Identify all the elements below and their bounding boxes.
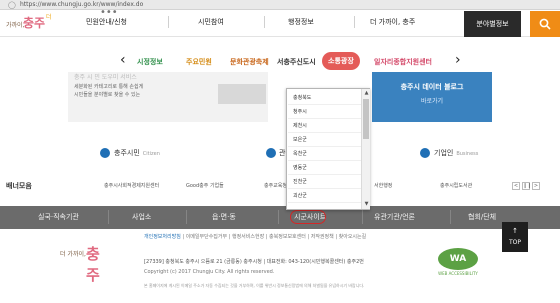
footer-note: 본 홈페이지에 게시된 이메일 주소가 자동 수집되는 것을 거부하며, 이를 …: [144, 283, 365, 288]
scroll-thumb[interactable]: [363, 99, 369, 139]
footnav-districts[interactable]: 읍·면·동: [212, 212, 236, 222]
scroll-up-icon[interactable]: ▲: [362, 89, 371, 98]
sub-item-jobs[interactable]: 일자리종합지원센터: [374, 57, 432, 67]
top-button-label: TOP: [508, 239, 521, 246]
banner-desc-2: 시민들을 분야별로 찾을 수 있는: [74, 92, 141, 98]
footnav-departments[interactable]: 실국·직속기관: [38, 212, 79, 222]
banner-prev-button[interactable]: <: [512, 182, 520, 190]
next-arrow-icon[interactable]: ›: [455, 52, 461, 68]
banner-zone-title: 배너모음: [6, 182, 32, 190]
footer-link-email[interactable]: 이메일무단수집거부: [186, 234, 227, 240]
browser-url-bar[interactable]: ◯ https://www.chungju.go.kr/www/index.do: [0, 0, 560, 10]
logo-mark-text: 더: [46, 14, 52, 21]
footer-links: 개인정보처리방침 | 이메일무단수집거부 | 행정서비스헌장 | 충북정보보호센…: [144, 234, 367, 240]
footer-link-charter[interactable]: 행정서비스헌장: [232, 234, 264, 240]
footer-link-copyright[interactable]: 저작권정책: [311, 234, 334, 240]
sub-item-new-city[interactable]: 서충주신도시: [277, 57, 316, 67]
menu-divider: [354, 16, 355, 28]
banner-logo-2[interactable]: Good충주 기업들: [186, 180, 224, 192]
footer-address: [27339] 충청북도 충주시 으뜸로 21 (금릉동) 충주시청 | 대표전…: [144, 259, 364, 265]
quick-business-en: Business: [456, 151, 479, 157]
dropdown-item-jincheon[interactable]: 진천군: [288, 175, 361, 189]
footnav-associations[interactable]: 협회/단체: [468, 212, 496, 222]
dropdown-item-boeun[interactable]: 보은군: [288, 133, 361, 147]
data-blog-title: 충주시 데이터 블로그: [400, 83, 464, 91]
footnav-divider: [186, 210, 187, 224]
citizen-icon: [100, 148, 110, 158]
web-accessibility-mark[interactable]: WA WEB ACCESSIBILITY: [438, 248, 478, 278]
business-icon: [420, 148, 430, 158]
prev-arrow-icon[interactable]: ‹: [120, 52, 126, 68]
dropdown-item-chungbuk[interactable]: 충청북도: [288, 91, 361, 105]
quick-business-label: 기업인: [434, 149, 454, 157]
banner-next-button[interactable]: >: [532, 182, 540, 190]
banner-thumbnails: [218, 84, 266, 104]
banner-logo-1[interactable]: 충주시사회적경제지원센터: [104, 180, 159, 192]
data-blog-link[interactable]: 바로가기: [372, 96, 492, 105]
footer-navigation: 실국·직속기관 사업소 읍·면·동 시군사이트 유관기관/언론 협회/단체: [0, 206, 560, 229]
banner-pause-button[interactable]: ❙❙: [522, 182, 531, 190]
logo-big-text: 충주: [23, 16, 46, 30]
tourism-icon: [266, 148, 276, 158]
banner-logo-6[interactable]: 충주시립도서관: [440, 180, 472, 192]
sub-item-communication[interactable]: 소통광장: [322, 52, 360, 70]
wa-badge: WA: [438, 248, 478, 270]
banner-title: 충주 시 민 도우미 서비스: [74, 74, 137, 81]
banner-logo-5[interactable]: 서한행정: [374, 180, 392, 192]
data-blog-banner[interactable]: 충주시 데이터 블로그 바로가기: [372, 72, 492, 122]
quick-citizen-label: 충주시민: [114, 149, 140, 157]
banner-logo-3[interactable]: 충주교육청: [264, 180, 287, 192]
menu-divider: [168, 16, 169, 28]
menu-civil-service[interactable]: 민원안내/신청: [86, 17, 127, 27]
more-dots-icon: •••: [100, 7, 118, 18]
quick-citizen[interactable]: 충주시민 Citizen: [114, 148, 160, 158]
dropdown-item-yeongdong[interactable]: 영동군: [288, 161, 361, 175]
scroll-down-icon[interactable]: ▼: [362, 200, 371, 209]
menu-admin-info[interactable]: 행정정보: [288, 17, 314, 27]
menu-divider: [264, 16, 265, 28]
county-sites-dropdown[interactable]: 충청북도 청주시 제천시 보은군 옥천군 영동군 진천군 괴산군 ▲ ▼: [286, 88, 370, 210]
footer-copyright: Copyright (c) 2017 Chungju City. All rig…: [144, 269, 275, 275]
site-logo[interactable]: 가까이, 충주 더: [6, 12, 52, 34]
footnav-divider: [278, 210, 279, 224]
footnav-divider: [450, 210, 451, 224]
footer-link-privacy[interactable]: 개인정보처리방침: [144, 234, 181, 240]
footnav-business-offices[interactable]: 사업소: [132, 212, 151, 222]
arrow-up-icon: ↑: [512, 227, 518, 235]
quick-citizen-en: Citizen: [142, 151, 160, 157]
url-text[interactable]: https://www.chungju.go.kr/www/index.do: [20, 0, 143, 10]
dropdown-item-jecheon[interactable]: 제천시: [288, 119, 361, 133]
dropdown-scrollbar[interactable]: ▲ ▼: [361, 89, 370, 209]
footnav-related-orgs[interactable]: 유관기관/언론: [374, 212, 415, 222]
footer-logo-big: 충주: [86, 245, 100, 284]
top-button[interactable]: ↑ TOP: [502, 222, 528, 252]
sub-item-main-civil[interactable]: 주요민원: [186, 57, 212, 67]
search-icon: [539, 18, 551, 30]
sub-item-city-info[interactable]: 시정정보: [137, 57, 163, 67]
logo-small-text: 가까이,: [6, 22, 25, 29]
dropdown-item-goesan[interactable]: 괴산군: [288, 189, 361, 203]
lock-icon: ◯: [8, 1, 16, 9]
citizen-helper-banner[interactable]: 충주 시 민 도우미 서비스 세분화된 카테고리로 통해 손쉽게 시민들을 분야…: [68, 72, 268, 122]
dropdown-item-okcheon[interactable]: 옥천군: [288, 147, 361, 161]
quick-business[interactable]: 기업인 Business: [434, 148, 478, 158]
footer-logo-small: 더 가까이,: [60, 251, 86, 258]
menu-participation[interactable]: 시민참여: [198, 17, 224, 27]
footer-link-directions[interactable]: 찾아오시는길: [339, 234, 367, 240]
footer-link-security[interactable]: 충북정보보호센터: [269, 234, 306, 240]
dropdown-item-cheongju[interactable]: 청주시: [288, 105, 361, 119]
menu-field-info[interactable]: 분야별정보: [464, 11, 521, 37]
wa-caption: WEB ACCESSIBILITY: [438, 271, 478, 276]
sub-item-culture[interactable]: 문화관광축제: [230, 57, 269, 67]
search-button[interactable]: [530, 11, 560, 37]
highlight-circle: [290, 210, 326, 224]
footnav-divider: [362, 210, 363, 224]
banner-desc-1: 세분화된 카테고리로 통해 손쉽게: [74, 84, 144, 90]
menu-closer-chungju[interactable]: 더 가까이, 충주: [370, 17, 415, 27]
footnav-divider: [108, 210, 109, 224]
